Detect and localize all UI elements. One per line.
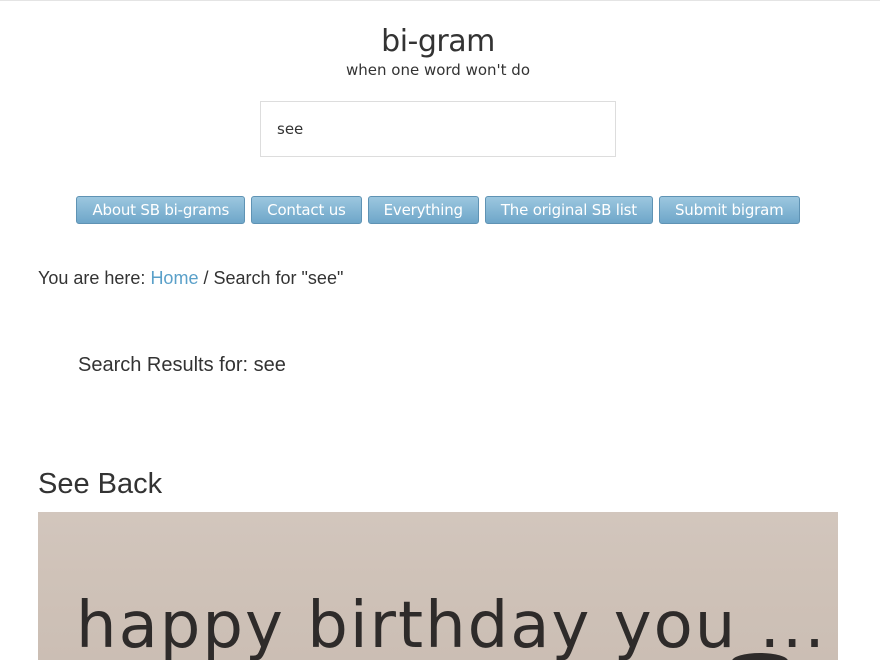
breadcrumb-current: Search for "see" (213, 268, 344, 288)
page: bi-gram when one word won't do About SB … (0, 0, 880, 660)
search-input[interactable] (261, 102, 615, 156)
site-tagline: when one word won't do (345, 61, 531, 79)
entry-image[interactable]: happy birthday you ... (38, 512, 838, 660)
breadcrumb: You are here: Home / Search for "see" (38, 267, 343, 289)
search-box (260, 101, 616, 157)
site-header: bi-gram when one word won't do (0, 25, 876, 80)
search-results-heading: Search Results for: see (78, 354, 286, 376)
breadcrumb-prefix: You are here: (38, 268, 146, 288)
main-nav: About SB bi-grams Contact us Everything … (0, 196, 876, 224)
entry-title[interactable]: See Back (38, 467, 162, 501)
nav-button-submit[interactable]: Submit bigram (658, 196, 800, 224)
handwritten-text: happy birthday you ... (76, 589, 827, 660)
nav-button-original-list[interactable]: The original SB list (484, 196, 653, 224)
nav-button-contact[interactable]: Contact us (251, 196, 362, 224)
breadcrumb-separator: / (203, 268, 209, 288)
breadcrumb-home-link[interactable]: Home (150, 268, 198, 288)
site-title[interactable]: bi-gram (0, 25, 876, 59)
nav-button-everything[interactable]: Everything (367, 196, 479, 224)
nav-button-about[interactable]: About SB bi-grams (76, 196, 246, 224)
handwritten-card-image: happy birthday you ... (76, 589, 827, 660)
